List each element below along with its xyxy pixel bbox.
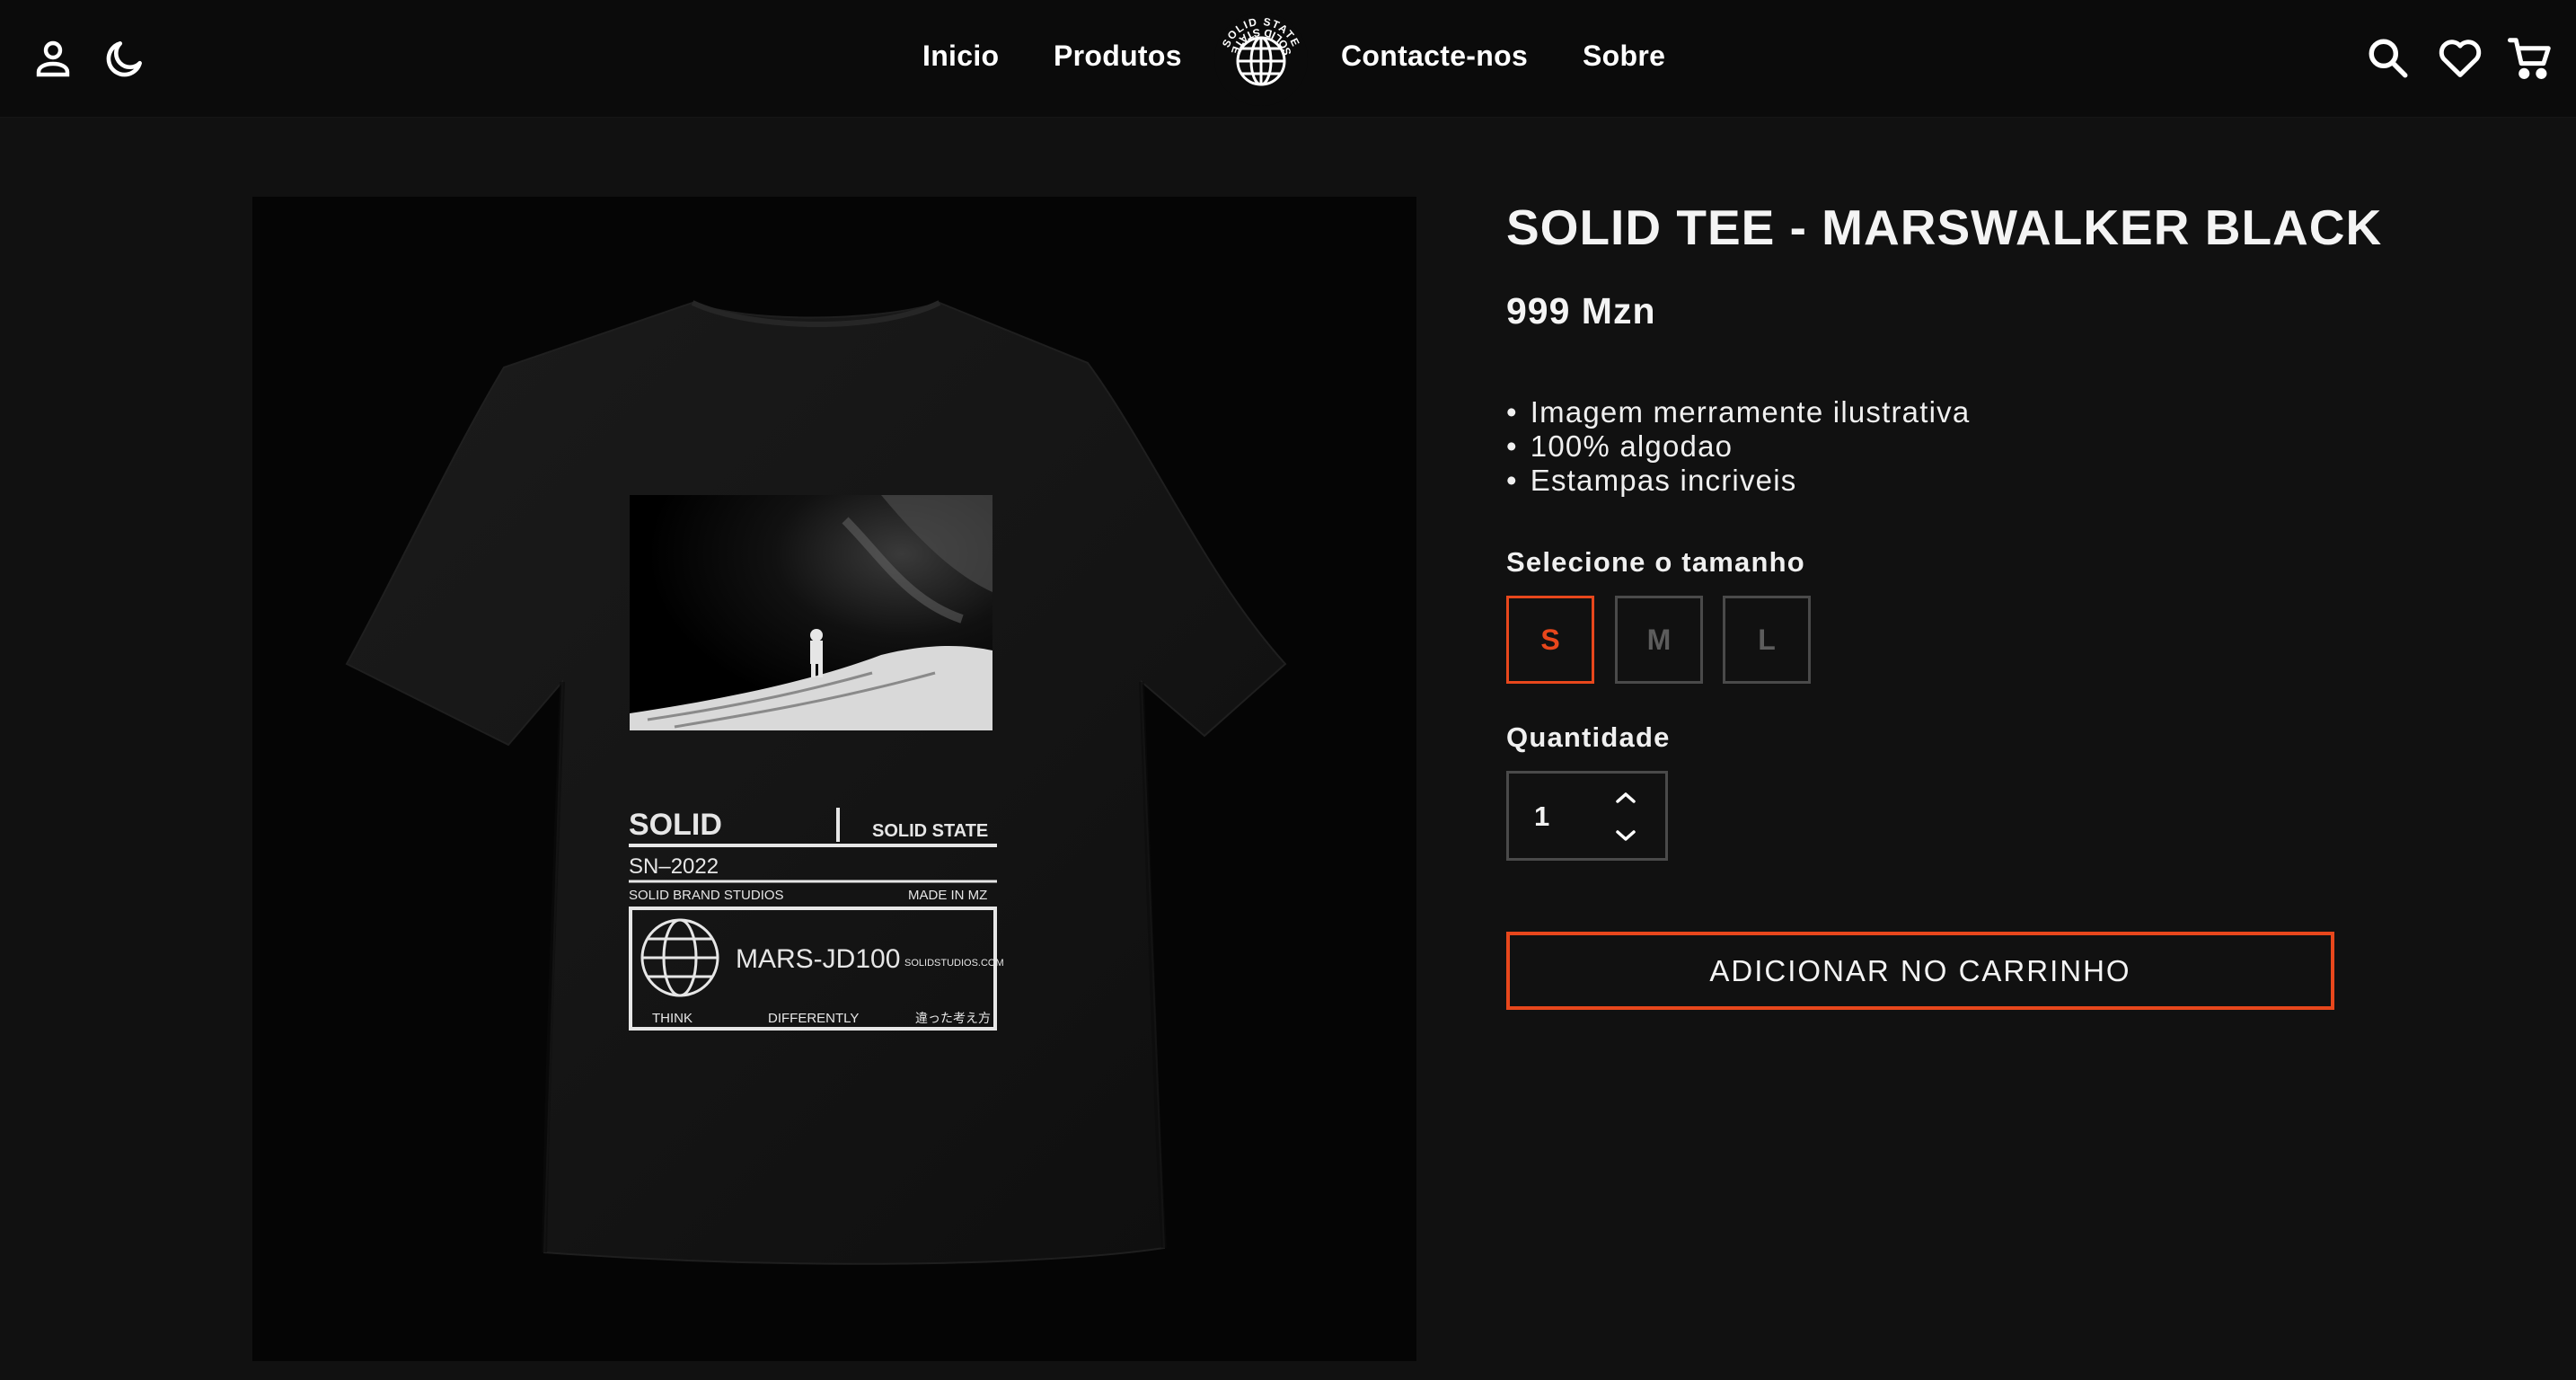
nav-link-inicio[interactable]: Inicio: [922, 36, 999, 75]
size-button-l[interactable]: L: [1723, 596, 1811, 684]
print-site: SOLIDSTUDIOS.COM: [904, 958, 1004, 969]
size-button-s[interactable]: S: [1506, 596, 1594, 684]
nav-link-produtos[interactable]: Produtos: [1054, 36, 1182, 75]
feature-item: Estampas incriveis: [1506, 464, 1970, 498]
user-icon[interactable]: [25, 31, 81, 86]
search-icon[interactable]: [2360, 31, 2416, 86]
top-navigation-bar: Inicio Produtos SOLID STATE SOLID STATE …: [0, 0, 2576, 118]
add-to-cart-button[interactable]: ADICIONAR NO CARRINHO: [1506, 932, 2334, 1010]
print-brand-right: SOLID STATE: [872, 821, 988, 841]
product-title: SOLID TEE - MARSWALKER BLACK: [1506, 199, 2383, 255]
print-foot-right: 違った考え方: [915, 1012, 991, 1026]
size-button-m[interactable]: M: [1615, 596, 1703, 684]
feature-list: Imagem merramente ilustrativa 100% algod…: [1506, 395, 1970, 498]
nav-link-sobre[interactable]: Sobre: [1583, 36, 1665, 75]
product-price: 999 Mzn: [1506, 290, 1656, 332]
chevron-up-icon[interactable]: [1606, 783, 1645, 813]
print-studio: SOLID BRAND STUDIOS: [629, 888, 784, 903]
print-foot-left: THINK: [652, 1011, 693, 1026]
print-brand: SOLID: [629, 808, 722, 842]
cart-icon[interactable]: [2502, 31, 2558, 86]
quantity-label: Quantidade: [1506, 721, 1671, 753]
print-origin: MADE IN MZ: [908, 888, 987, 903]
nav-link-contacte-nos[interactable]: Contacte-nos: [1341, 36, 1528, 75]
quantity-value[interactable]: 1: [1534, 799, 1549, 835]
feature-item: 100% algodao: [1506, 429, 1970, 464]
quantity-stepper[interactable]: 1: [1506, 771, 1668, 861]
print-code: SN–2022: [629, 854, 719, 879]
feature-item: Imagem merramente ilustrativa: [1506, 395, 1970, 429]
print-foot-mid: DIFFERENTLY: [768, 1011, 859, 1026]
moon-icon[interactable]: [97, 31, 153, 86]
product-image[interactable]: SOLID SOLID STATE SN–2022 SOLID BRAND ST…: [252, 197, 1416, 1361]
print-model: MARS-JD100: [736, 944, 900, 974]
chevron-down-icon[interactable]: [1606, 820, 1645, 851]
size-label: Selecione o tamanho: [1506, 546, 1805, 578]
heart-icon[interactable]: [2432, 31, 2488, 86]
brand-logo[interactable]: SOLID STATE SOLID STATE: [1213, 11, 1310, 108]
